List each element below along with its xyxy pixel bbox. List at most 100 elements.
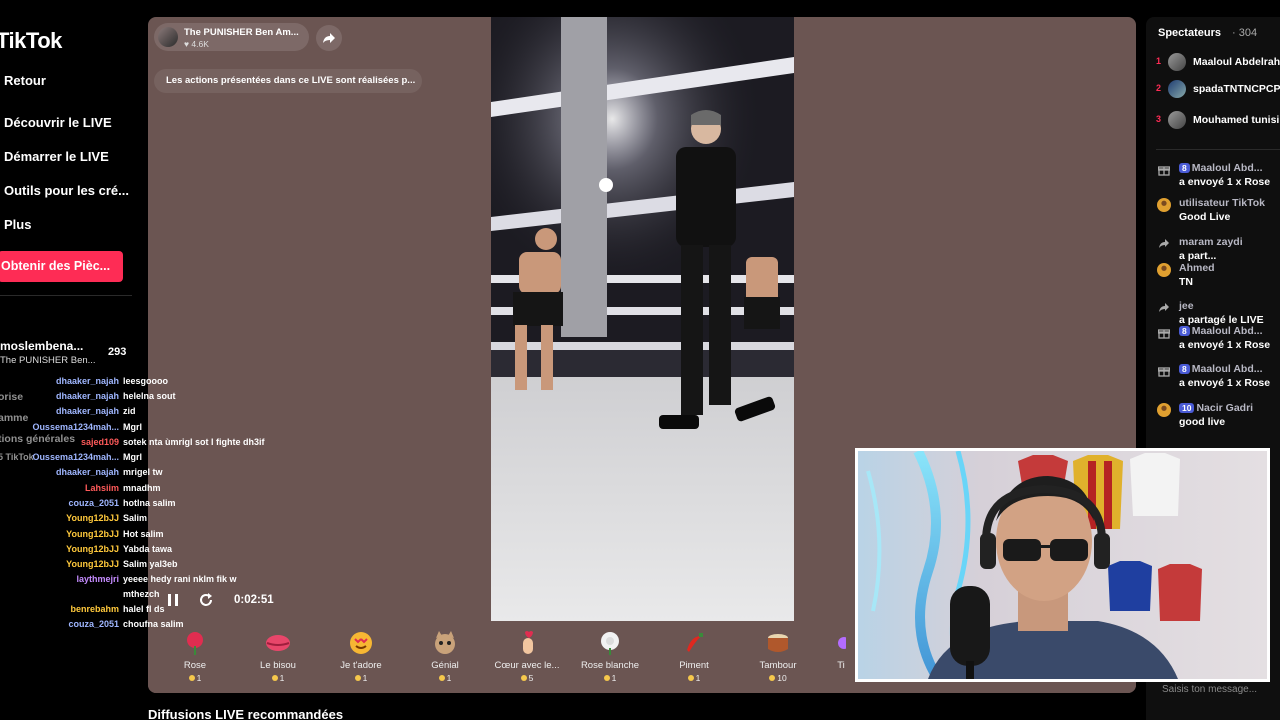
gift-price: 1 [238, 673, 318, 683]
gift-finger-heart[interactable]: Cœur avec le... 5 [487, 629, 567, 683]
chat-message: Lahsiim mnadhm [0, 483, 300, 498]
chat-message: dhaaker_najah zid [0, 406, 300, 421]
chat-text: choufna salim [123, 619, 184, 629]
chat-username[interactable]: dhaaker_najah [56, 406, 119, 416]
gift-white-rose[interactable]: Rose blanche 1 [570, 629, 650, 683]
avatar [1168, 80, 1186, 98]
gift-pepper[interactable]: Piment 1 [654, 629, 734, 683]
gift-je-tadore[interactable]: Je t'adore 1 [321, 629, 401, 683]
gift-drum[interactable]: Tambour 10 [738, 629, 818, 683]
feed-username-text: Maaloul Abd... [1191, 162, 1263, 174]
host-display-name[interactable]: The PUNISHER Ben Am... [184, 27, 299, 38]
level-badge: 8 [1179, 364, 1190, 374]
nav-discover-live[interactable]: Découvrir le LIVE [4, 115, 112, 130]
pepper-icon [687, 633, 703, 652]
chat-message: sajed109 sotek nta ùmrigl sot l fighte dh… [0, 437, 300, 452]
feed-username[interactable]: maram zaydi [1179, 236, 1243, 248]
chat-username[interactable]: Young12bJJ [66, 559, 119, 569]
nav-back[interactable]: Retour [4, 73, 46, 88]
chat-username[interactable]: Lahsiim [85, 483, 119, 493]
chat-username[interactable]: benrebahm [70, 604, 119, 614]
live-video[interactable] [491, 17, 794, 621]
chat-text: zid [123, 406, 136, 416]
gift-genial[interactable]: Génial 1 [405, 629, 485, 683]
gift-price: 1 [570, 673, 650, 683]
chat-username[interactable]: dhaaker_najah [56, 376, 119, 386]
gift-icon [1157, 326, 1171, 340]
chat-message: laythmejri yeeee hedy rani nklm fik w [0, 574, 300, 589]
gift-icon [1157, 364, 1171, 378]
chat-username[interactable]: Young12bJJ [66, 513, 119, 523]
host-avatar[interactable] [158, 27, 178, 47]
feed-username[interactable]: 8 Maaloul Abd... [1179, 325, 1263, 337]
chat-text: mnadhm [123, 483, 161, 493]
chat-message: Young12bJJ Salim [0, 513, 300, 528]
chat-username[interactable]: Oussema1234mah... [32, 452, 119, 462]
message-input[interactable]: Saisis ton message... [1150, 680, 1280, 700]
chat-username[interactable]: dhaaker_najah [56, 391, 119, 401]
chat-message: mthezch [0, 589, 300, 604]
viewers-title[interactable]: Spectateurs [1158, 27, 1221, 39]
nav-creator-tools[interactable]: Outils pour les cré... [4, 183, 129, 198]
chat-text: hotlna salim [123, 498, 176, 508]
gift-name: Génial [431, 660, 459, 671]
gift-kiss[interactable]: Le bisou 1 [238, 629, 318, 683]
share-button[interactable] [316, 25, 342, 51]
chat-username[interactable]: Young12bJJ [66, 544, 119, 554]
chat-username[interactable]: Oussema1234mah... [32, 422, 119, 432]
chat-message: Young12bJJ Yabda tawa [0, 544, 300, 559]
chat-message: dhaaker_najah mrigel tw [0, 467, 300, 482]
host-info-pill[interactable]: The PUNISHER Ben Am... ♥ 4.6K [154, 23, 309, 51]
feed-text: a envoyé 1 x Rose [1179, 176, 1271, 188]
chat-username[interactable]: laythmejri [76, 574, 119, 584]
chat-text: leesgoooo [123, 376, 169, 386]
host-username[interactable]: moslembena... [0, 339, 83, 353]
feed-username[interactable]: 8 Maaloul Abd... [1179, 363, 1263, 375]
chat-username[interactable]: couza_2051 [68, 619, 119, 629]
chat-username[interactable]: sajed109 [81, 437, 119, 447]
gift-name: Je t'adore [340, 660, 382, 671]
top-viewer-3[interactable]: 3 Mouhamed tunisi [1146, 111, 1280, 131]
rank-number: 2 [1156, 83, 1162, 93]
chat-text: Mgrl [123, 422, 142, 432]
level-badge: 8 [1179, 163, 1190, 173]
chat-message: Oussema1234mah... Mgrl [0, 452, 300, 467]
avatar [1168, 53, 1186, 71]
feed-text: a part... [1179, 250, 1217, 262]
feed-username[interactable]: Ahmed [1179, 262, 1215, 274]
chat-message: benrebahm halel fl ds [0, 604, 300, 619]
chat-message: Oussema1234mah... Mgrl [0, 422, 300, 437]
chat-text: sotek nta ùmrigl sot l fighte dh3if [123, 437, 265, 447]
feed-text: TN [1179, 276, 1193, 288]
top-viewer-1[interactable]: 1 Maaloul Abdelrah [1146, 53, 1280, 73]
chat-text: Yabda tawa [123, 544, 173, 554]
share-arrow-icon [323, 33, 335, 43]
avatar [1157, 403, 1171, 417]
chat-message: couza_2051 hotlna salim [0, 498, 300, 513]
nav-start-live[interactable]: Démarrer le LIVE [4, 149, 109, 164]
feed-username[interactable]: utilisateur TikTok [1179, 197, 1265, 209]
level-badge: 8 [1179, 326, 1190, 336]
gift-rose[interactable]: Rose 1 [155, 629, 235, 683]
chat-username[interactable]: dhaaker_najah [56, 467, 119, 477]
gift-icon [838, 637, 846, 649]
chat-message: dhaaker_najah leesgoooo [0, 376, 300, 391]
nav-more[interactable]: Plus [4, 217, 31, 232]
feed-username-text: Nacir Gadri [1196, 402, 1254, 414]
get-coins-button[interactable]: Obtenir des Pièc... [0, 251, 123, 282]
rank-number: 1 [1156, 56, 1162, 66]
feed-username[interactable]: 8 Maaloul Abd... [1179, 162, 1263, 174]
feed-username[interactable]: 10 Nacir Gadri [1179, 402, 1253, 414]
gift-price: 1 [405, 673, 485, 683]
chat-username[interactable]: couza_2051 [68, 498, 119, 508]
feed-username[interactable]: jee [1179, 300, 1194, 312]
feed-username-text: Maaloul Abd... [1191, 325, 1263, 337]
chat-message: couza_2051 choufna salim [0, 619, 300, 634]
top-viewer-2[interactable]: 2 spadaTNTNCPCP [1146, 80, 1280, 100]
chat-username[interactable]: Young12bJJ [66, 529, 119, 539]
viewers-count: · 304 [1232, 27, 1258, 39]
cat-icon [435, 631, 455, 654]
share-icon [1157, 237, 1171, 251]
tiktok-logo[interactable]: TikTok [0, 28, 62, 54]
likes-count: 4.6K [191, 39, 209, 49]
